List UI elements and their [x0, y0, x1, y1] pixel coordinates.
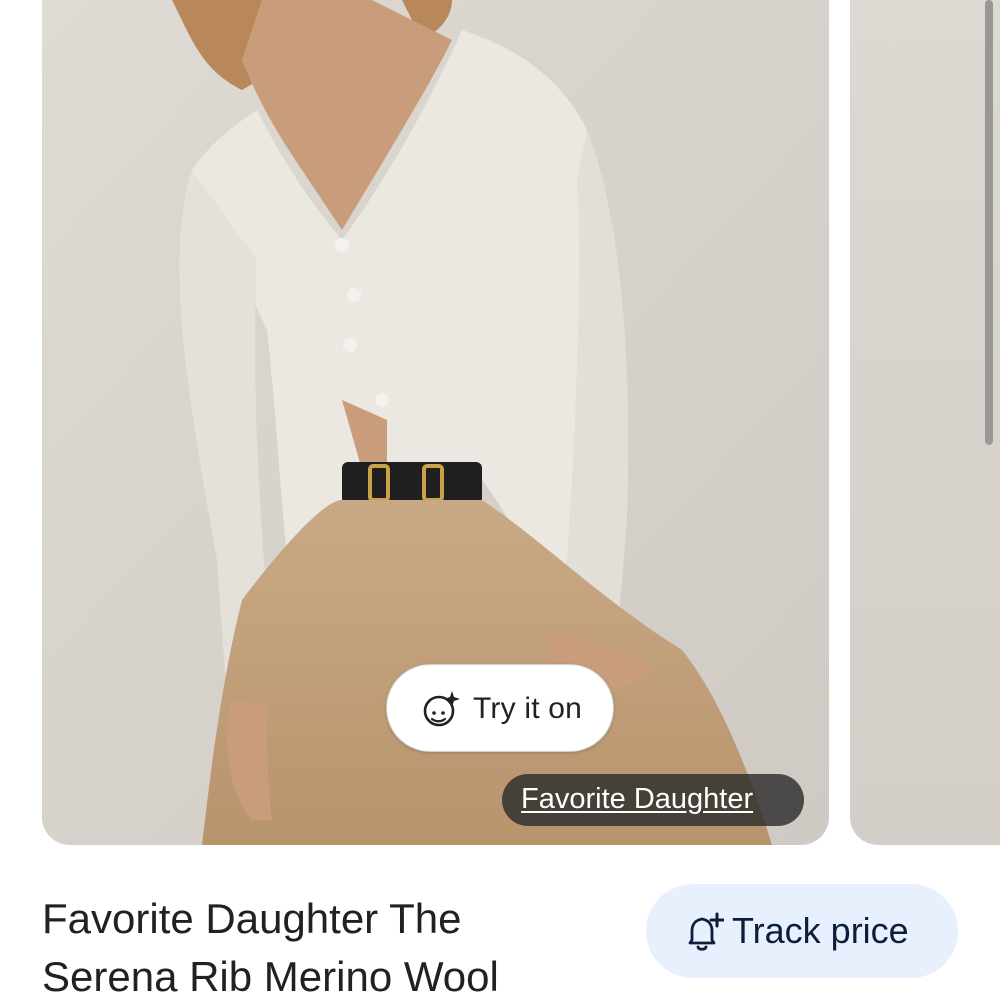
- try-it-on-button[interactable]: Try it on: [386, 664, 614, 752]
- try-it-on-label: Try it on: [473, 692, 583, 725]
- brand-link[interactable]: Favorite Daughter: [521, 783, 753, 816]
- product-title-line2: Serena Rib Merino Wool: [42, 953, 499, 1000]
- brand-chip[interactable]: Favorite Daughter: [502, 774, 804, 826]
- product-title-line1: Favorite Daughter The: [42, 895, 462, 942]
- track-price-button[interactable]: Track price: [646, 884, 958, 978]
- next-product-image[interactable]: [850, 0, 1000, 845]
- track-price-label: Track price: [732, 910, 909, 951]
- carousel-scrollbar[interactable]: [985, 0, 993, 445]
- sparkle-face-icon: [423, 691, 460, 727]
- bell-add-icon: [688, 912, 724, 951]
- product-title[interactable]: Favorite Daughter The Serena Rib Merino …: [42, 890, 602, 1006]
